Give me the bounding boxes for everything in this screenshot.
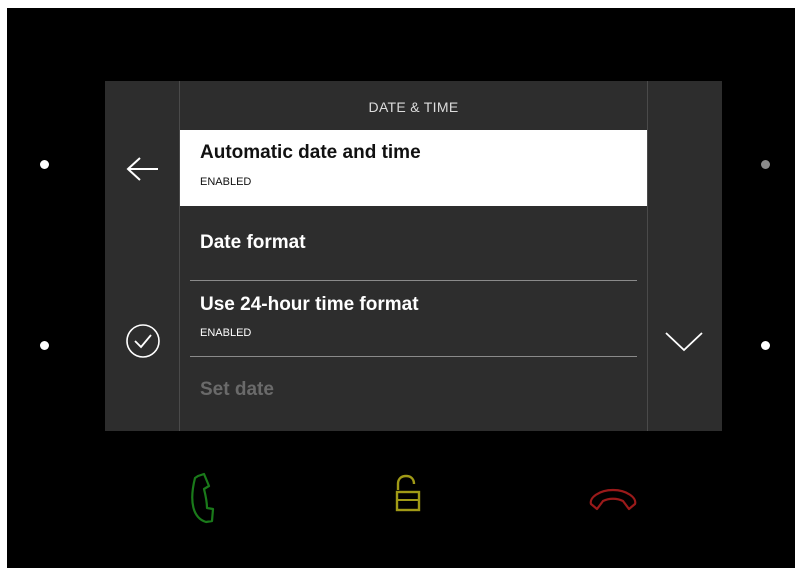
- phone-hangup-icon: [589, 488, 637, 511]
- arrow-left-icon: [126, 157, 158, 181]
- left-top-indicator-light: [40, 160, 49, 169]
- list-item-date-format[interactable]: Date format: [180, 206, 647, 280]
- left-bottom-indicator-light: [40, 341, 49, 350]
- confirm-button[interactable]: [123, 321, 163, 361]
- list-item-label: Set date: [200, 379, 274, 400]
- list-item-label: Date format: [200, 232, 306, 253]
- right-column-divider: [647, 81, 648, 431]
- unlock-icon: [395, 474, 421, 512]
- back-button[interactable]: [123, 149, 163, 189]
- list-item-status: ENABLED: [200, 327, 252, 339]
- right-top-indicator-light: [761, 160, 770, 169]
- list-item-label: Use 24-hour time format: [200, 294, 419, 315]
- phone-accept-icon: [191, 472, 215, 524]
- unlock-door-button[interactable]: [388, 468, 428, 520]
- list-item-24-hour-format[interactable]: Use 24-hour time format ENABLED: [180, 281, 647, 356]
- list-item-label: Automatic date and time: [200, 142, 421, 163]
- display-screen: DATE & TIME Automatic date and time ENAB…: [105, 81, 722, 431]
- screen-title: DATE & TIME: [368, 99, 459, 115]
- accept-call-button[interactable]: [180, 468, 224, 528]
- scroll-down-button[interactable]: [661, 324, 707, 358]
- chevron-down-icon: [665, 332, 703, 352]
- intercom-device: DATE & TIME Automatic date and time ENAB…: [7, 8, 795, 568]
- check-circle-icon: [126, 324, 160, 358]
- list-item-status: ENABLED: [200, 176, 252, 188]
- list-item-automatic-date-time[interactable]: Automatic date and time ENABLED: [180, 130, 647, 206]
- right-bottom-indicator-light: [761, 341, 770, 350]
- list-item-set-date[interactable]: Set date: [180, 357, 647, 431]
- hang-up-button[interactable]: [584, 478, 642, 518]
